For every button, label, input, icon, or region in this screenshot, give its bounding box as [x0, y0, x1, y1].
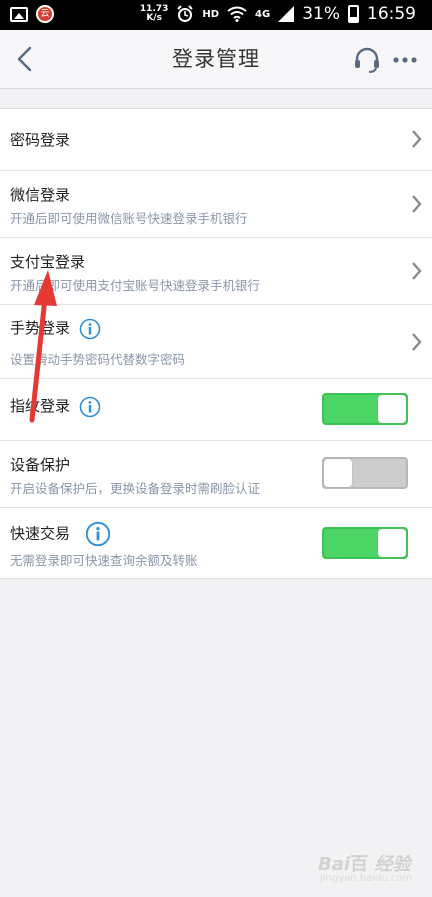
fingerprint-toggle[interactable]	[322, 393, 408, 425]
network-speed: 11.73 K/s	[140, 5, 168, 23]
toggle-knob	[324, 459, 352, 487]
chevron-right-icon	[412, 333, 422, 351]
item-title: 密码登录	[10, 131, 71, 149]
item-title: 快速交易	[10, 524, 71, 543]
item-subtitle: 开通后即可使用支付宝账号快速登录手机银行	[10, 278, 261, 293]
list-item-password-login[interactable]: 密码登录	[0, 109, 432, 171]
item-subtitle: 无需登录即可快速查询余额及转账	[10, 553, 198, 568]
gallery-icon	[10, 6, 28, 22]
item-title-wrap: 指纹登录	[10, 395, 101, 418]
item-subtitle: 设置滑动手势密码代替数字密码	[10, 352, 186, 367]
battery-icon	[348, 5, 359, 23]
toggle-knob	[378, 529, 406, 557]
status-bar: 云 11.73 K/s HD 4G 31% 16:59	[0, 0, 432, 30]
network-type: 4G	[255, 8, 271, 20]
info-icon[interactable]	[79, 318, 101, 340]
toggle-knob	[378, 395, 406, 423]
nav-bar: 登录管理	[0, 30, 432, 89]
item-title: 支付宝登录	[10, 253, 86, 271]
chevron-right-icon	[412, 130, 422, 148]
list-item-alipay-login[interactable]: 支付宝登录 开通后即可使用支付宝账号快速登录手机银行	[0, 238, 432, 305]
speed-unit: K/s	[146, 13, 162, 23]
item-title-wrap: 快速交易	[10, 521, 111, 547]
status-right: 11.73 K/s HD 4G 31% 16:59	[140, 4, 416, 24]
chevron-right-icon	[412, 195, 422, 213]
alarm-icon	[177, 5, 194, 22]
battery-percent: 31%	[302, 4, 340, 24]
clock: 16:59	[367, 4, 416, 24]
item-title: 手势登录	[10, 319, 71, 337]
signal-icon	[278, 6, 295, 22]
chevron-right-icon	[412, 262, 422, 280]
item-title: 设备保护	[10, 456, 71, 474]
info-icon[interactable]	[85, 521, 111, 547]
list-item-fingerprint-login: 指纹登录	[0, 379, 432, 441]
item-title: 指纹登录	[10, 397, 71, 415]
item-subtitle: 开启设备保护后，更换设备登录时需刷脸认证	[10, 481, 261, 496]
quick-transaction-toggle[interactable]	[322, 527, 408, 559]
info-icon[interactable]	[79, 396, 101, 418]
notification-icon: 云	[36, 5, 54, 23]
item-subtitle: 开通后即可使用微信账号快速登录手机银行	[10, 211, 248, 226]
list-item-wechat-login[interactable]: 微信登录 开通后即可使用微信账号快速登录手机银行	[0, 171, 432, 238]
watermark-url: jingyan.baidu.com	[320, 873, 413, 884]
wifi-icon	[227, 6, 247, 22]
headset-icon[interactable]	[352, 45, 382, 75]
login-settings-list: 密码登录 微信登录 开通后即可使用微信账号快速登录手机银行 支付宝登录 开通后即…	[0, 108, 432, 579]
item-title: 微信登录	[10, 186, 71, 204]
list-item-gesture-login[interactable]: 手势登录 设置滑动手势密码代替数字密码	[0, 305, 432, 379]
hd-label: HD	[202, 8, 220, 20]
list-item-quick-transaction: 快速交易 无需登录即可快速查询余额及转账	[0, 508, 432, 578]
more-icon[interactable]	[390, 45, 420, 75]
device-protection-toggle[interactable]	[322, 457, 408, 489]
list-item-device-protection: 设备保护 开启设备保护后，更换设备登录时需刷脸认证	[0, 441, 432, 508]
item-title-wrap: 手势登录	[10, 317, 101, 340]
status-left: 云	[10, 5, 54, 23]
